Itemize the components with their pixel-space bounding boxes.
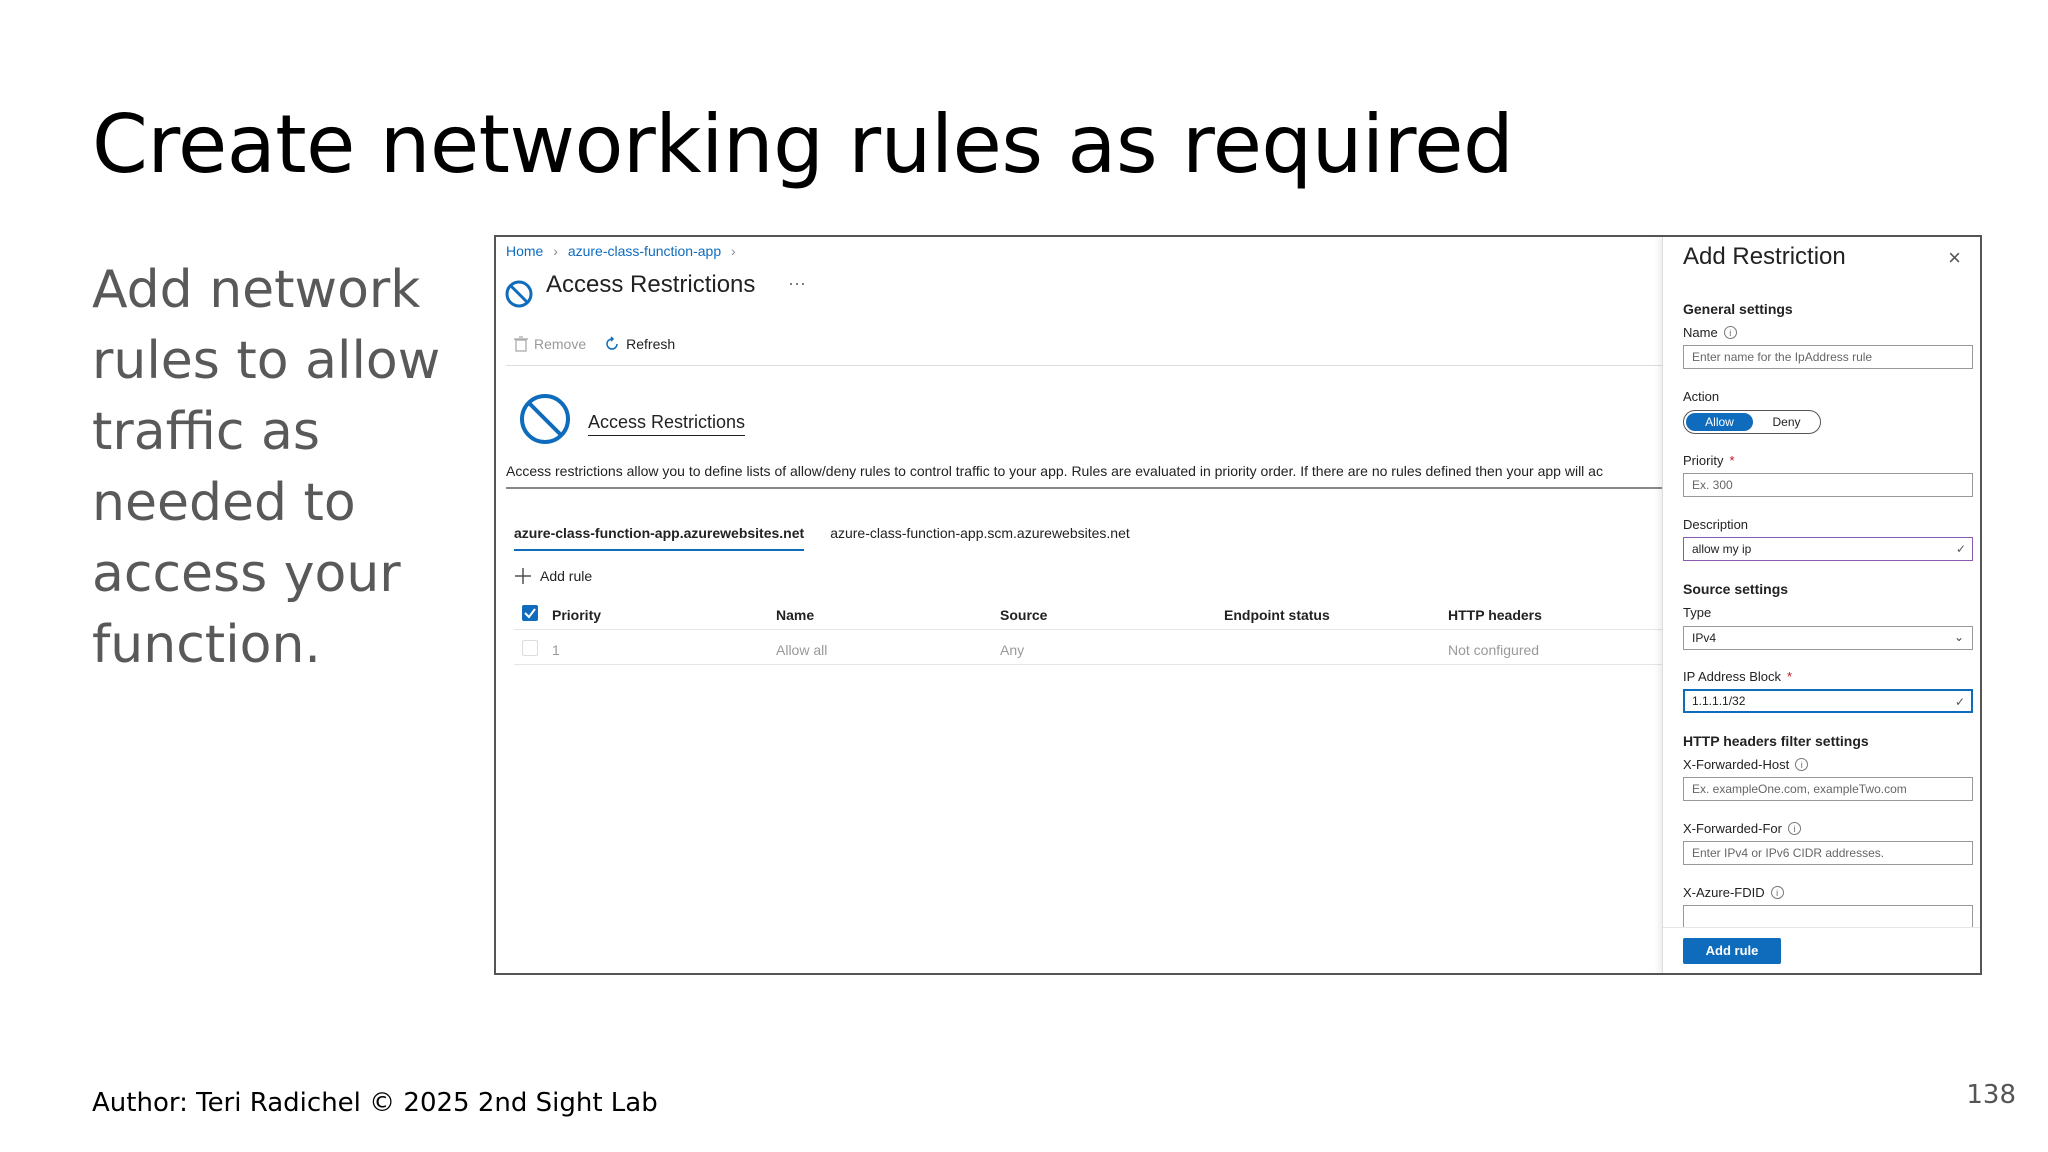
x-forwarded-for-input[interactable]: Enter IPv4 or IPv6 CIDR addresses. [1683, 841, 1973, 865]
access-restrictions-large-icon [520, 394, 570, 444]
blade-title: Access Restrictions [546, 271, 756, 298]
refresh-button[interactable]: Refresh [604, 336, 675, 352]
priority-label-text: Priority [1683, 453, 1724, 468]
refresh-icon [606, 336, 618, 350]
tab-scm-site[interactable]: azure-class-function-app.scm.azurewebsit… [830, 525, 1130, 551]
name-label: Name i [1683, 325, 1737, 340]
section-divider [506, 487, 1662, 489]
cell-http-headers: Not configured [1448, 642, 1540, 658]
action-deny-option[interactable]: Deny [1753, 415, 1820, 429]
column-header-endpoint-status[interactable]: Endpoint status [1224, 607, 1330, 623]
select-all-checkbox[interactable] [522, 605, 538, 621]
action-toggle[interactable]: Allow Deny [1683, 410, 1821, 434]
trash-icon [514, 336, 528, 352]
action-allow-option[interactable]: Allow [1686, 413, 1753, 431]
ip-block-value: 1.1.1.1/32 [1692, 694, 1746, 708]
column-header-source[interactable]: Source [1000, 607, 1047, 623]
add-rule-button[interactable]: Add rule [1683, 938, 1781, 964]
access-restrictions-icon [505, 280, 533, 308]
check-icon: ✓ [1954, 695, 1965, 709]
description-label: Description [1683, 517, 1749, 532]
access-restrictions-blade: Home › azure-class-function-app › Access… [496, 237, 1662, 973]
x-forwarded-host-input[interactable]: Ex. exampleOne.com, exampleTwo.com [1683, 777, 1973, 801]
http-filter-heading: HTTP headers filter settings [1683, 733, 1869, 749]
required-asterisk: * [1729, 453, 1735, 468]
tab-main-site[interactable]: azure-class-function-app.azurewebsites.n… [514, 525, 805, 551]
x-forwarded-for-label-text: X-Forwarded-For [1683, 821, 1782, 836]
action-label: Action [1683, 389, 1720, 404]
priority-label: Priority * [1683, 453, 1735, 468]
close-icon[interactable]: × [1948, 245, 1961, 271]
ip-block-label-text: IP Address Block [1683, 669, 1782, 684]
checkmark-icon [524, 608, 536, 619]
name-label-text: Name [1683, 325, 1718, 340]
chevron-down-icon: ⌄ [1953, 630, 1964, 644]
required-asterisk: * [1787, 669, 1793, 684]
cell-priority: 1 [552, 642, 560, 658]
ip-block-input[interactable]: 1.1.1.1/32 ✓ [1683, 689, 1973, 713]
slide-body-text: Add network rules to allow traffic as ne… [92, 260, 441, 675]
author-footer: Author: Teri Radichel © 2025 2nd Sight L… [92, 1088, 658, 1118]
page-number: 138 [1966, 1080, 2016, 1110]
description-input[interactable]: allow my ip ✓ [1683, 537, 1973, 561]
source-settings-heading: Source settings [1683, 581, 1789, 597]
info-icon[interactable]: i [1723, 326, 1737, 339]
chevron-right-icon: › [553, 243, 558, 259]
toolbar-divider [506, 365, 1662, 366]
breadcrumb-function-app[interactable]: azure-class-function-app [568, 243, 721, 259]
chevron-right-icon: › [731, 243, 736, 259]
name-input[interactable]: Enter name for the IpAddress rule [1683, 345, 1973, 369]
table-header-row: Priority Name Source Endpoint status HTT… [514, 599, 1662, 630]
column-header-name[interactable]: Name [776, 607, 814, 623]
rules-table: Priority Name Source Endpoint status HTT… [514, 599, 1662, 665]
refresh-label: Refresh [626, 336, 676, 352]
cell-source: Any [1000, 642, 1025, 658]
table-row[interactable]: 1 Allow all Any Not configured [514, 630, 1662, 665]
panel-footer-divider [1663, 927, 1980, 928]
plus-icon [515, 568, 531, 584]
info-icon[interactable]: i [1787, 822, 1801, 835]
column-header-http-headers[interactable]: HTTP headers [1448, 607, 1542, 623]
info-icon[interactable]: i [1795, 758, 1809, 771]
cell-name: Allow all [776, 642, 828, 658]
panel-title: Add Restriction [1683, 243, 1846, 270]
ip-block-label: IP Address Block * [1683, 669, 1792, 684]
type-value: IPv4 [1692, 631, 1717, 645]
slide-title: Create networking rules as required [92, 98, 1514, 191]
check-icon: ✓ [1955, 542, 1966, 556]
x-azure-fdid-input[interactable] [1683, 905, 1973, 927]
section-heading: Access Restrictions [588, 412, 746, 436]
breadcrumb: Home › azure-class-function-app › [506, 243, 742, 259]
site-tabs: azure-class-function-app.azurewebsites.n… [514, 525, 1130, 551]
x-forwarded-host-label-text: X-Forwarded-Host [1683, 757, 1790, 772]
add-rule-label: Add rule [540, 568, 593, 584]
breadcrumb-home[interactable]: Home [506, 243, 543, 259]
description-value: allow my ip [1692, 542, 1752, 556]
type-label: Type [1683, 605, 1712, 620]
x-forwarded-host-label: X-Forwarded-Host i [1683, 757, 1809, 772]
more-options-icon[interactable]: ··· [788, 273, 806, 294]
info-icon[interactable]: i [1770, 886, 1784, 899]
remove-button[interactable]: Remove [514, 336, 586, 352]
remove-label: Remove [534, 336, 587, 352]
row-checkbox[interactable] [522, 640, 538, 656]
type-dropdown[interactable]: IPv4 ⌄ [1683, 626, 1973, 650]
column-header-priority[interactable]: Priority [552, 607, 601, 623]
azure-screenshot: Home › azure-class-function-app › Access… [494, 235, 1982, 975]
description-text: Access restrictions allow you to define … [506, 463, 1603, 479]
add-restriction-panel: Add Restriction × General settings Name … [1662, 237, 1980, 973]
command-bar: Remove Refresh [514, 336, 675, 352]
x-forwarded-for-label: X-Forwarded-For i [1683, 821, 1801, 836]
x-azure-fdid-label-text: X-Azure-FDID [1683, 885, 1765, 900]
add-rule-link[interactable]: Add rule [514, 567, 592, 585]
priority-input[interactable]: Ex. 300 [1683, 473, 1973, 497]
x-azure-fdid-label: X-Azure-FDID i [1683, 885, 1784, 900]
general-settings-heading: General settings [1683, 301, 1793, 317]
